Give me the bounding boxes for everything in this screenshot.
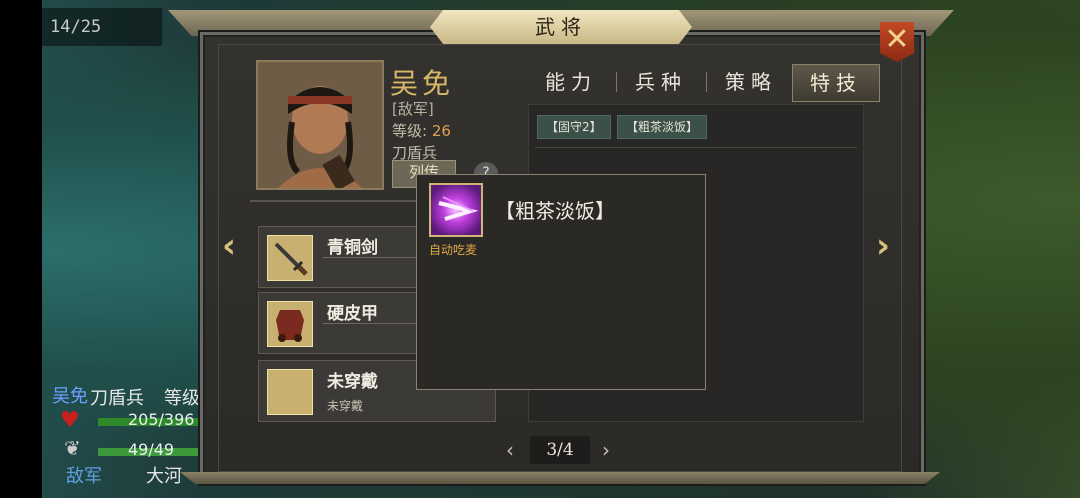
bronze-sword-icon [267, 235, 313, 281]
bg-unit-name: 吴免 [52, 386, 88, 407]
general-portrait [256, 60, 384, 190]
tab-bar: 能力 兵种 策略 特技 [528, 64, 880, 102]
general-name: 吴免 [390, 67, 455, 100]
content-rule [535, 147, 857, 148]
general-side: [敌军] [392, 100, 434, 118]
page-indicator: 3/4 [530, 436, 590, 464]
close-x-icon: ✕ [884, 22, 910, 57]
skill-tooltip: 【粗茶淡饭】 自动吃麦 [416, 174, 706, 390]
bg-unit-side: 敌军 [66, 466, 102, 487]
next-page-icon[interactable]: › [602, 438, 610, 462]
bg-unit-hp: 205/396 [128, 410, 195, 429]
tab-separator [616, 72, 617, 92]
unit-counter: 14/25 [42, 8, 162, 46]
panel-title: 武将 [430, 10, 692, 44]
skill-title: 【粗茶淡饭】 [495, 199, 615, 223]
equipment-name: 硬皮甲 [327, 304, 378, 324]
tab-strategy[interactable]: 策略 [708, 64, 794, 100]
prev-page-icon[interactable]: ‹ [506, 438, 514, 462]
bg-unit-terrain: 大河 [146, 466, 182, 487]
tab-skills[interactable]: 特技 [792, 64, 880, 102]
bg-unit-type: 刀盾兵 [90, 388, 144, 409]
portrait-image [258, 62, 382, 188]
skill-chip[interactable]: 【固守2】 [537, 115, 611, 139]
next-general-arrow-icon[interactable]: › [876, 226, 890, 266]
bg-unit-level-label: 等级 [164, 388, 200, 409]
general-level: 等级: 26 [392, 120, 451, 141]
prev-general-arrow-icon[interactable]: ‹ [222, 226, 236, 266]
equipment-name: 未穿戴 [327, 372, 378, 392]
equipment-name: 青铜剑 [327, 238, 378, 258]
wing-icon: ❦ [64, 436, 81, 460]
purple-skill-icon [429, 183, 483, 237]
tab-ability[interactable]: 能力 [528, 64, 614, 100]
empty-slot-icon [267, 369, 313, 415]
level-value: 26 [431, 122, 451, 140]
heart-icon: ♥ [60, 408, 80, 433]
equipment-rule [323, 257, 423, 258]
skill-subtitle: 自动吃麦 [429, 243, 478, 257]
skill-chip[interactable]: 【粗茶淡饭】 [617, 115, 708, 139]
bg-unit-sp: 49/49 [128, 440, 175, 459]
tab-troop[interactable]: 兵种 [618, 64, 704, 100]
equipment-sub: 未穿戴 [327, 399, 364, 413]
leather-armor-icon [267, 301, 313, 347]
pager: ‹ 3/4 › [498, 436, 622, 466]
equipment-rule [323, 323, 423, 324]
tab-separator [706, 72, 707, 92]
left-letterbox [0, 0, 42, 498]
level-label: 等级: [392, 122, 428, 140]
bottom-frame [180, 472, 940, 484]
